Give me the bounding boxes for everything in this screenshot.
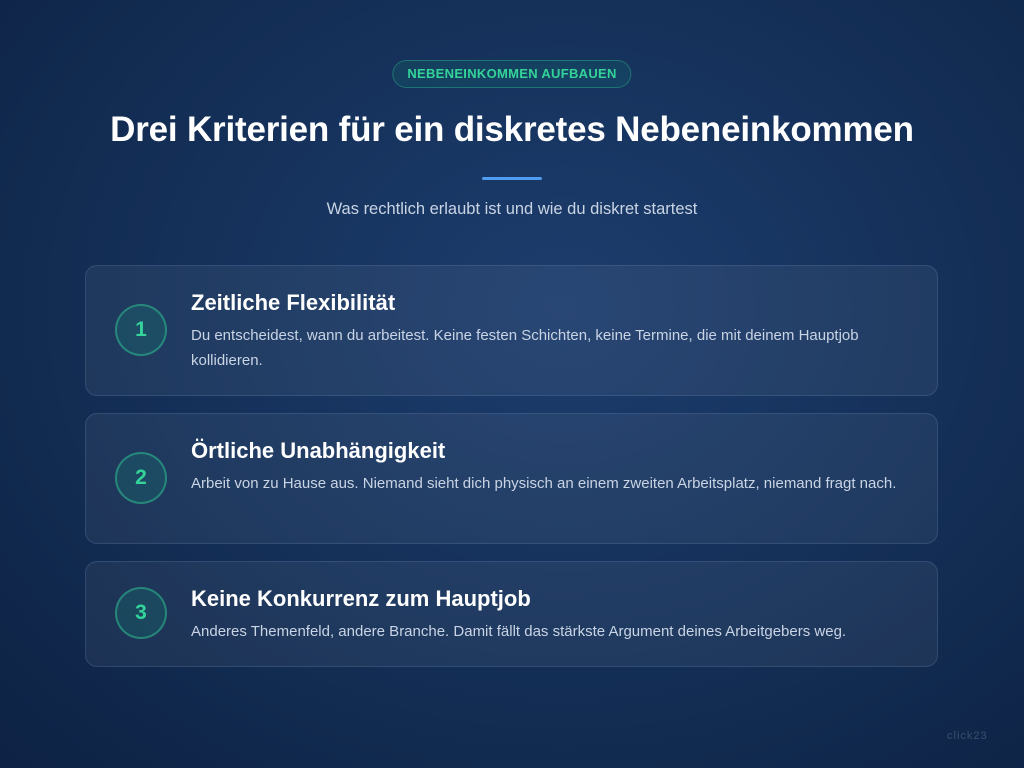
criterion-card-2: 2 Örtliche Unabhängigkeit Arbeit von zu … [85,413,938,544]
criterion-number-badge: 1 [115,304,167,356]
page-title: Drei Kriterien für ein diskretes Nebenei… [110,110,914,149]
criterion-description: Arbeit von zu Hause aus. Niemand sieht d… [191,475,897,492]
page-subtitle: Was rechtlich erlaubt ist und wie du dis… [326,200,698,218]
criterion-title: Keine Konkurrenz zum Hauptjob [191,586,531,611]
criterion-card-1: 1 Zeitliche Flexibilität Du entscheidest… [85,265,938,396]
criterion-description: Du entscheidest, wann du arbeitest. Kein… [191,327,859,369]
title-divider [482,177,542,180]
criterion-title: Örtliche Unabhängigkeit [191,438,446,463]
section-badge: NEBENEINKOMMEN AUFBAUEN [392,60,632,88]
watermark: click23 [947,730,988,742]
criterion-number-badge: 2 [115,452,167,504]
criterion-description: Anderes Themenfeld, andere Branche. Dami… [191,623,847,640]
criterion-card-3: 3 Keine Konkurrenz zum Hauptjob Anderes … [85,561,938,667]
criterion-title: Zeitliche Flexibilität [191,290,396,315]
criterion-number-badge: 3 [115,587,167,639]
